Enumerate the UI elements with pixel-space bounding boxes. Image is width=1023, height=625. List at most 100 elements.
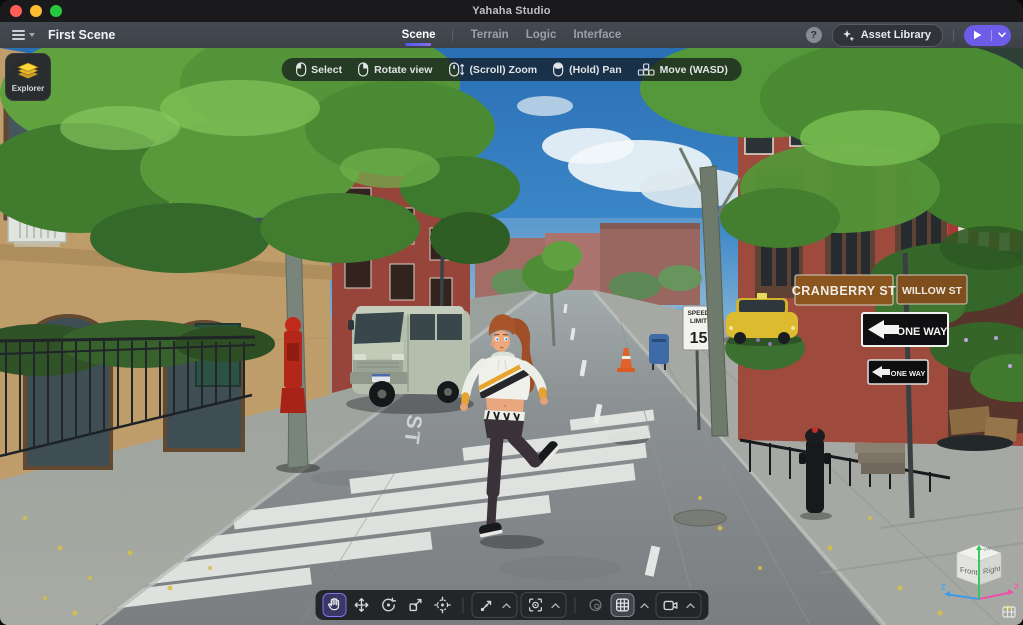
grid-options-button[interactable] [637, 593, 652, 617]
zoom-window-button[interactable] [50, 5, 62, 17]
focus-brackets-icon [528, 598, 542, 612]
hint-rotate-view: Rotate view [358, 62, 432, 77]
chevron-up-icon [502, 602, 511, 608]
sparkle-plus-icon [842, 29, 854, 41]
app-window: Yahaha Studio First Scene Scene Terrain … [0, 0, 1023, 625]
help-button[interactable]: ? [805, 27, 822, 43]
cranberry-street-sign[interactable]: CRANBERRY ST [792, 274, 897, 306]
viewport-hint-bar: Select Rotate view (Scroll) Zoom (Hold) … [281, 58, 742, 81]
main-menu-button[interactable] [12, 30, 36, 40]
explorer-label: Explorer [11, 83, 45, 93]
z-axis-label: Z [941, 583, 946, 592]
one-way-sign-large[interactable]: ONE WAY [861, 312, 949, 347]
pan-hand-tool[interactable] [322, 593, 346, 617]
transform-tool[interactable] [430, 593, 454, 617]
tab-divider [452, 29, 454, 41]
grid-tool[interactable] [610, 593, 634, 617]
speed-limit-top-text: SPEED [687, 310, 709, 317]
asset-library-button[interactable]: Asset Library [831, 23, 943, 47]
explorer-panel-button[interactable]: Explorer [5, 53, 51, 101]
viewport-3d[interactable]: ST SPEED LIMIT 15 CRANBERRY ST WILLOW ST… [0, 48, 1023, 625]
hint-move: Move (WASD) [637, 63, 728, 76]
hint-select: Select [295, 62, 342, 77]
mouse-right-icon [358, 62, 369, 77]
willow-street-sign[interactable]: WILLOW ST [896, 274, 968, 305]
path-snap-options-button[interactable] [499, 593, 514, 617]
tab-interface[interactable]: Interface [573, 22, 621, 48]
focus-tool[interactable] [523, 593, 547, 617]
play-options-button[interactable] [992, 25, 1011, 46]
sphere-icon [588, 598, 602, 612]
scene-canvas[interactable]: ST SPEED LIMIT 15 CRANBERRY ST WILLOW ST… [0, 48, 1023, 625]
tab-terrain[interactable]: Terrain [471, 22, 509, 48]
hint-move-label: Move (WASD) [659, 63, 728, 76]
path-snap-tool[interactable] [474, 593, 498, 617]
play-button[interactable] [964, 25, 991, 46]
camera-options-button[interactable] [683, 593, 698, 617]
speed-limit-value-text: 15 [690, 330, 708, 347]
scale-tool[interactable] [403, 593, 427, 617]
mouse-left-icon [295, 62, 306, 77]
path-snap-group [471, 592, 517, 618]
scale-icon [408, 598, 422, 612]
play-split-button [964, 24, 1011, 46]
toolbar-right-group: ? Asset Library [805, 23, 1011, 47]
tab-scene[interactable]: Scene [402, 22, 436, 48]
move-arrows-icon [354, 598, 368, 612]
chevron-up-icon [640, 602, 649, 608]
minimize-window-button[interactable] [30, 5, 42, 17]
mode-tabs: Scene Terrain Logic Interface [402, 22, 621, 48]
x-axis-label: X [1014, 582, 1020, 591]
chevron-up-icon [686, 602, 695, 608]
macos-titlebar: Yahaha Studio [0, 0, 1023, 22]
focus-group [520, 592, 566, 618]
chevron-down-icon [29, 32, 36, 38]
path-arrow-icon [480, 600, 491, 612]
hint-select-label: Select [311, 63, 343, 76]
hamburger-icon [12, 30, 25, 40]
one-way-sign-small[interactable]: ONE WAY [867, 359, 929, 385]
app-toolbar: First Scene Scene Terrain Logic Interfac… [0, 22, 1023, 48]
hand-icon [327, 597, 339, 611]
mouse-scroll-icon [448, 62, 465, 77]
toolbar-divider [574, 597, 575, 613]
sphere-tool[interactable] [583, 593, 607, 617]
viewport-bottom-toolbar [315, 590, 708, 620]
chevron-up-icon [551, 602, 560, 608]
move-tool[interactable] [349, 593, 373, 617]
scene-title: First Scene [48, 28, 116, 42]
speed-limit-mid-text: LIMIT [690, 318, 707, 325]
van[interactable] [346, 306, 474, 414]
one-way-small-text: ONE WAY [891, 369, 926, 378]
transform-gizmo-icon [433, 596, 451, 614]
mouse-hold-icon [553, 62, 564, 77]
window-title: Yahaha Studio [472, 5, 551, 17]
toolbar-divider [953, 28, 954, 42]
hint-pan-label: (Hold) Pan [569, 63, 622, 76]
grid-icon [615, 598, 629, 612]
play-icon [974, 30, 982, 40]
hint-zoom: (Scroll) Zoom [448, 62, 537, 77]
hint-pan: (Hold) Pan [553, 62, 622, 77]
rotate-icon [381, 597, 396, 612]
hint-rotate-label: Rotate view [374, 63, 433, 76]
willow-sign-text: WILLOW ST [902, 285, 963, 297]
one-way-large-text: ONE WAY [897, 326, 949, 338]
camera-group [655, 592, 701, 618]
asset-library-label: Asset Library [860, 29, 931, 41]
rotate-tool[interactable] [376, 593, 400, 617]
hint-zoom-label: (Scroll) Zoom [469, 63, 538, 76]
tab-logic[interactable]: Logic [526, 22, 557, 48]
wasd-keys-icon [637, 63, 655, 76]
close-window-button[interactable] [10, 5, 22, 17]
video-camera-icon [663, 600, 677, 611]
camera-tool[interactable] [658, 593, 682, 617]
view-cube-gizmo[interactable]: Z X Front Right Top [937, 537, 1021, 617]
toolbar-divider [462, 597, 463, 613]
layers-stack-icon [17, 62, 39, 78]
window-controls [10, 5, 62, 17]
focus-options-button[interactable] [548, 593, 563, 617]
chevron-down-icon [997, 32, 1006, 38]
panel-layout-toggle-button[interactable] [1002, 606, 1016, 618]
cranberry-sign-text: CRANBERRY ST [792, 284, 897, 298]
